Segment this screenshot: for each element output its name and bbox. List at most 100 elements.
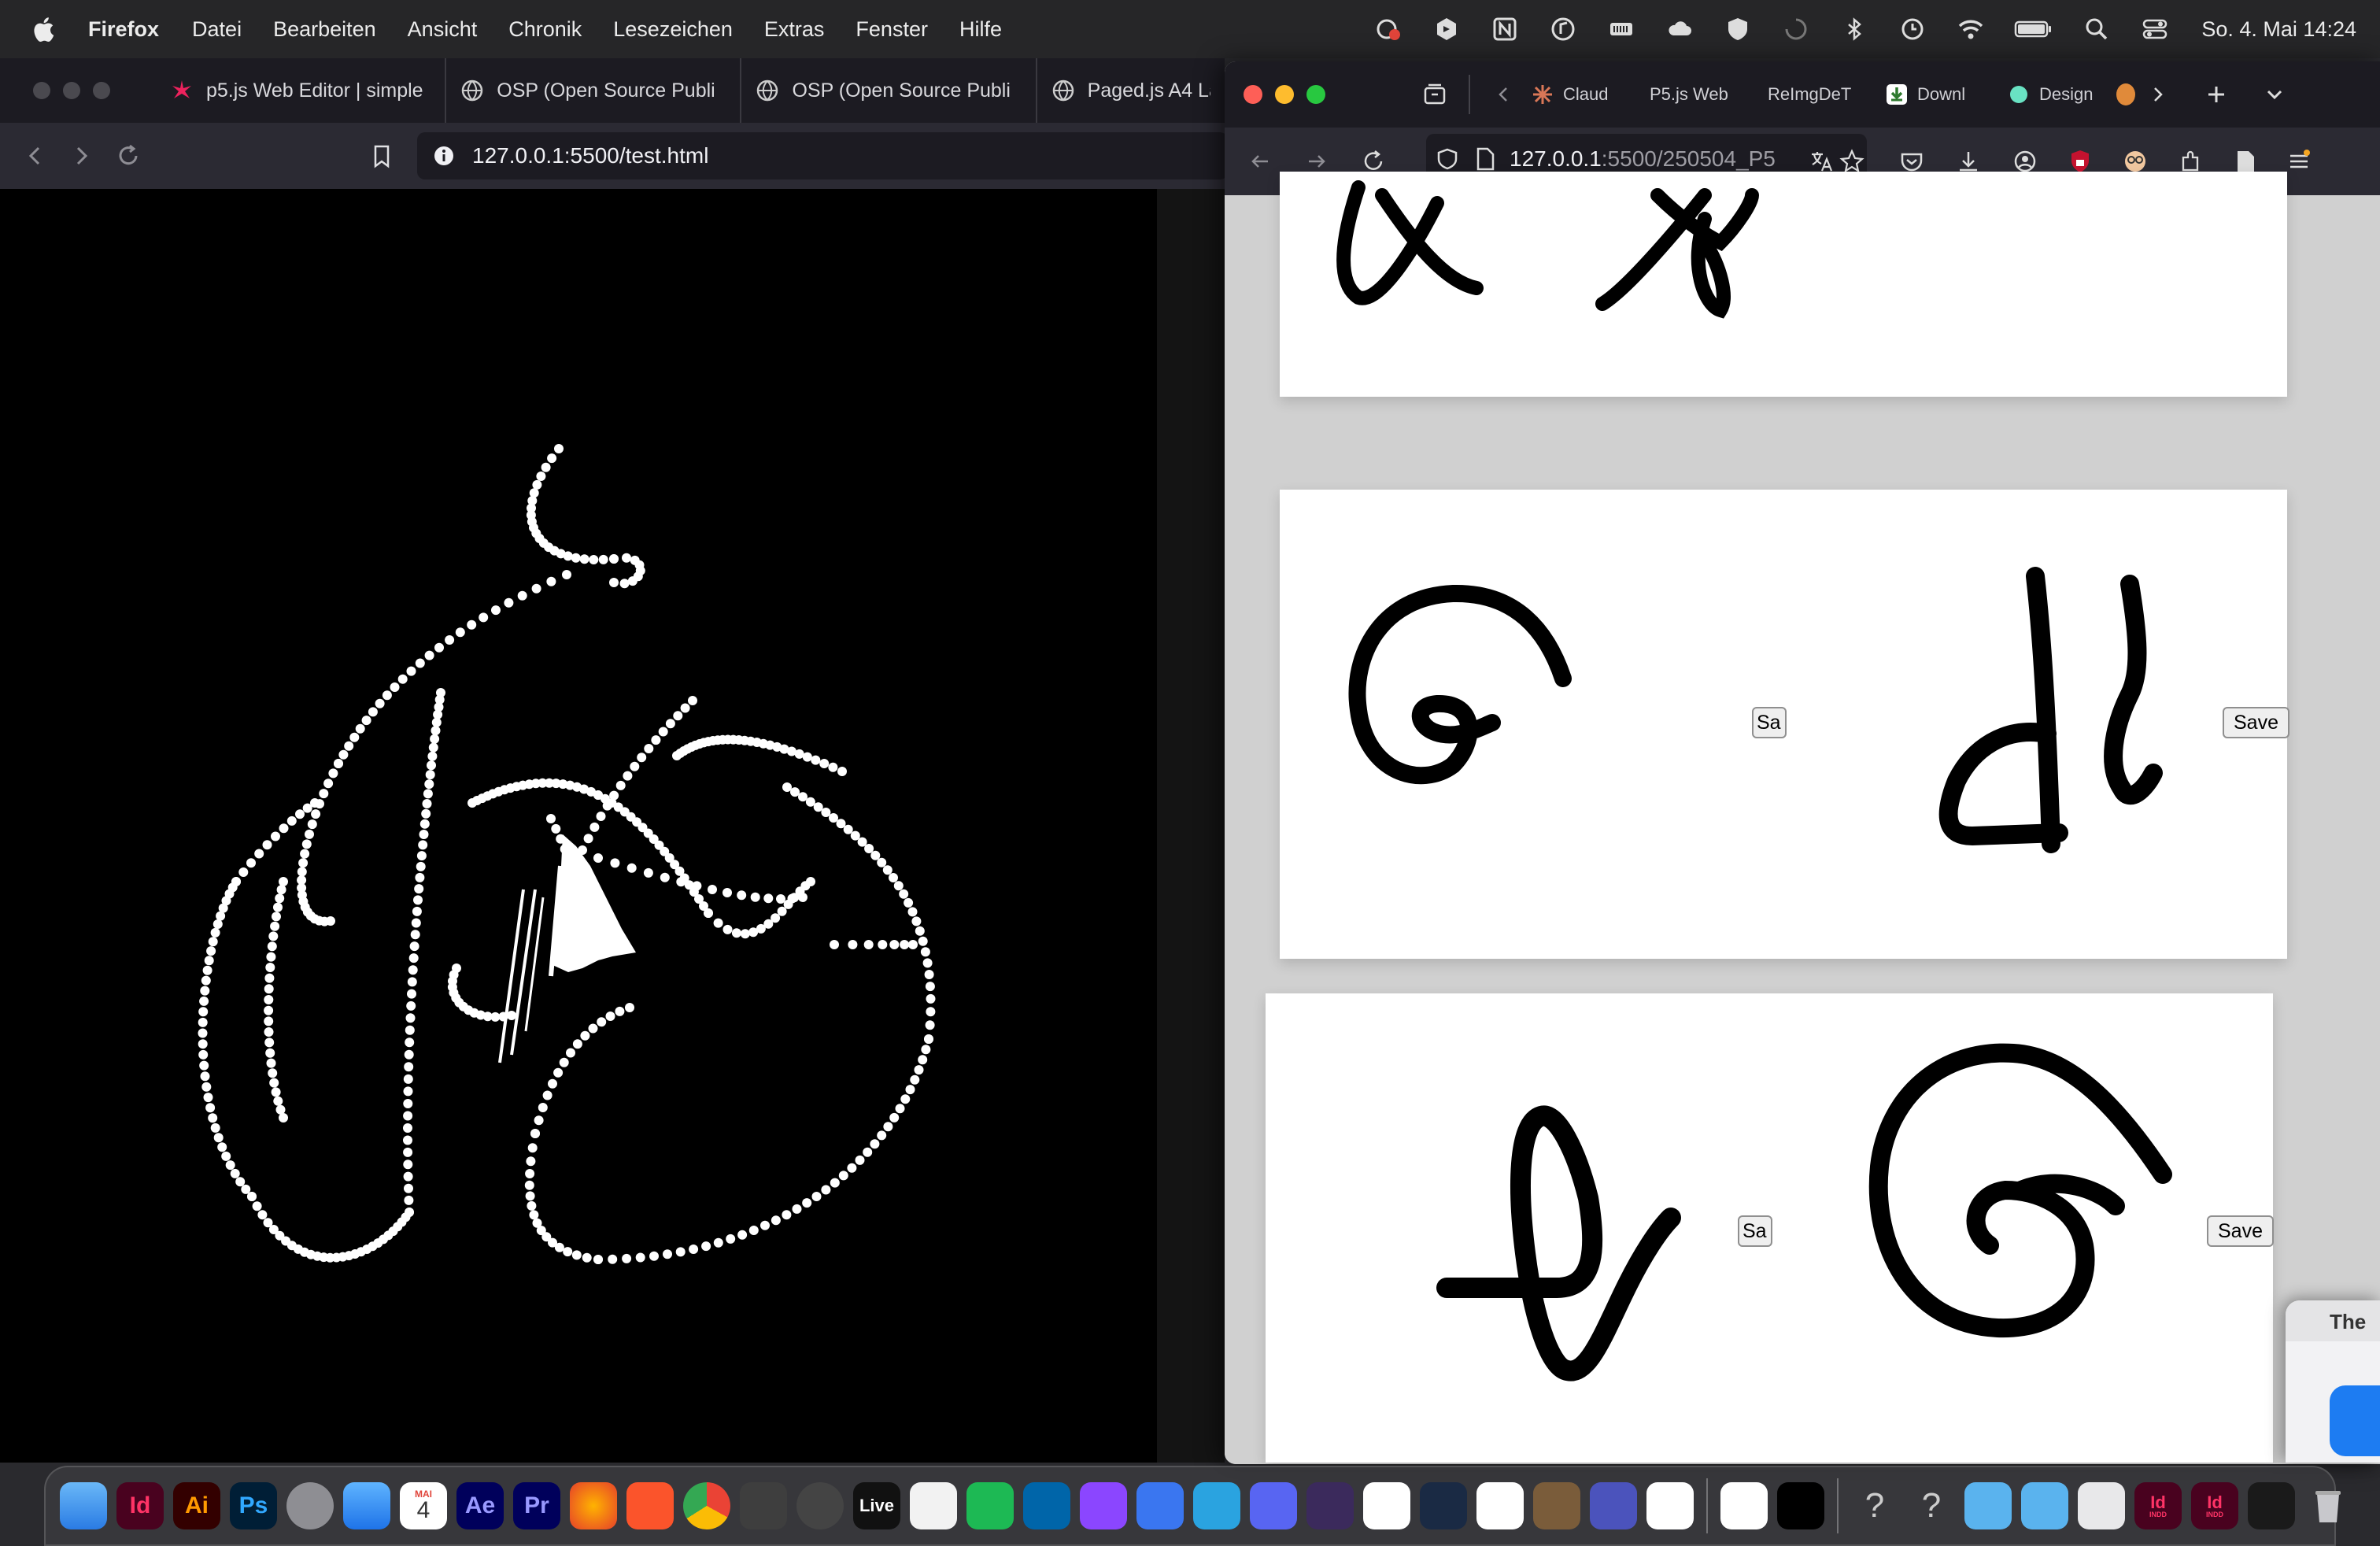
spotlight-icon[interactable]: [2082, 16, 2112, 43]
back-button[interactable]: [1242, 143, 1278, 179]
teams-icon[interactable]: [1590, 1482, 1637, 1529]
disk-utility-icon[interactable]: [796, 1482, 844, 1529]
github-desktop-icon[interactable]: [1080, 1482, 1127, 1529]
battery-icon[interactable]: [2014, 16, 2053, 43]
chatgpt-icon[interactable]: [1646, 1482, 1694, 1529]
back-button[interactable]: [17, 138, 54, 174]
right-tab-download[interactable]: Downl: [1876, 61, 1998, 128]
bluetooth-icon[interactable]: [1839, 16, 1869, 43]
firefox-icon[interactable]: [570, 1482, 617, 1529]
save-button-left[interactable]: Sa: [1738, 1215, 1772, 1247]
scroll-tabs-right-icon[interactable]: [2140, 76, 2176, 113]
menu-datei[interactable]: Datei: [192, 17, 242, 42]
menu-lesezeichen[interactable]: Lesezeichen: [613, 17, 733, 42]
mail-icon[interactable]: [343, 1482, 390, 1529]
illustrator-icon[interactable]: Ai: [173, 1482, 220, 1529]
new-tab-icon[interactable]: [2198, 76, 2234, 113]
bookmark-icon[interactable]: [364, 138, 400, 174]
save-button-right[interactable]: Save: [2207, 1215, 2274, 1247]
menu-chronik[interactable]: Chronik: [508, 17, 582, 42]
brave-icon[interactable]: [626, 1482, 674, 1529]
unknown-app-icon[interactable]: ?: [1908, 1482, 1955, 1529]
wifi-icon[interactable]: [1956, 16, 1986, 43]
zoom-button[interactable]: [93, 82, 110, 99]
right-tab-reimg[interactable]: ReImgDeT: [1758, 61, 1876, 128]
obsidian-icon[interactable]: [1306, 1482, 1354, 1529]
photoshop-icon[interactable]: Ps: [230, 1482, 277, 1529]
scroll-tabs-left-icon[interactable]: [1486, 76, 1522, 113]
ableton-live-icon[interactable]: Live: [853, 1482, 900, 1529]
left-tab-4[interactable]: Paged.js A4 Lay: [1037, 58, 1225, 123]
screen-record-icon[interactable]: [1373, 16, 1403, 43]
vpn-icon[interactable]: [1432, 16, 1462, 43]
vpn-dock-icon[interactable]: [1420, 1482, 1467, 1529]
premiere-icon[interactable]: Pr: [513, 1482, 560, 1529]
time-machine-icon[interactable]: [1898, 16, 1927, 43]
menu-bearbeiten[interactable]: Bearbeiten: [273, 17, 376, 42]
signal-icon[interactable]: [1136, 1482, 1184, 1529]
cloud-icon[interactable]: [1665, 16, 1694, 43]
right-tab-p5[interactable]: P5.js Web: [1640, 61, 1758, 128]
zoom-button[interactable]: [1306, 85, 1325, 104]
after-effects-icon[interactable]: Ae: [456, 1482, 504, 1529]
save-button-right[interactable]: Save: [2223, 707, 2289, 738]
tab-list-chevron-icon[interactable]: [2256, 76, 2293, 113]
control-center-icon[interactable]: [2140, 16, 2170, 43]
notification-peek[interactable]: The: [2286, 1300, 2380, 1463]
blender-icon[interactable]: [910, 1482, 957, 1529]
menu-extras[interactable]: Extras: [764, 17, 825, 42]
save-button-left[interactable]: Sa: [1752, 707, 1787, 738]
left-tab-2[interactable]: OSP (Open Source Publi: [446, 58, 742, 123]
tab-overview-icon[interactable]: [1417, 76, 1453, 113]
indesign-icon[interactable]: Id: [116, 1482, 164, 1529]
notion-icon[interactable]: [1490, 16, 1520, 43]
tracking-shield-icon[interactable]: [1436, 147, 1459, 171]
trash-icon[interactable]: [2304, 1482, 2352, 1529]
close-button[interactable]: [1244, 85, 1262, 104]
apple-icon[interactable]: [31, 16, 55, 43]
reload-button[interactable]: [110, 138, 146, 174]
telegram-icon[interactable]: [1193, 1482, 1240, 1529]
right-tab-design[interactable]: Design: [1998, 61, 2116, 128]
calendar-icon[interactable]: MAI 4: [400, 1482, 447, 1529]
music-icon[interactable]: [1548, 16, 1578, 43]
close-button[interactable]: [33, 82, 50, 99]
zotero-icon[interactable]: [1476, 1482, 1524, 1529]
menu-fenster[interactable]: Fenster: [856, 17, 928, 42]
p5-sketch-canvas[interactable]: [0, 189, 1157, 1463]
unknown-app-icon[interactable]: ?: [1851, 1482, 1898, 1529]
notion-dock-icon[interactable]: [1363, 1482, 1410, 1529]
terminal-icon[interactable]: [2248, 1482, 2295, 1529]
right-tab-claude[interactable]: Claud: [1522, 61, 1640, 128]
folder-icon[interactable]: [2021, 1482, 2068, 1529]
left-url-bar[interactable]: 127.0.0.1:5500/test.html: [417, 132, 1228, 179]
finder-icon[interactable]: [60, 1482, 107, 1529]
forward-button[interactable]: [63, 138, 99, 174]
books-icon[interactable]: [1533, 1482, 1580, 1529]
partial-tab-icon[interactable]: [2116, 83, 2135, 105]
indd-file-icon[interactable]: Id INDD: [2134, 1482, 2182, 1529]
chrome-icon[interactable]: [683, 1482, 730, 1529]
menu-hilfe[interactable]: Hilfe: [959, 17, 1002, 42]
sublime-icon[interactable]: [740, 1482, 787, 1529]
shield-icon[interactable]: [1723, 16, 1753, 43]
indd-file-icon[interactable]: Id INDD: [2191, 1482, 2238, 1529]
menu-app-name[interactable]: Firefox: [88, 17, 159, 42]
zed-icon[interactable]: [1777, 1482, 1824, 1529]
system-settings-icon[interactable]: [286, 1482, 334, 1529]
evernote-icon[interactable]: [966, 1482, 1014, 1529]
document-icon[interactable]: [2078, 1482, 2125, 1529]
minimize-button[interactable]: [63, 82, 80, 99]
discord-icon[interactable]: [1250, 1482, 1297, 1529]
menu-ansicht[interactable]: Ansicht: [408, 17, 478, 42]
minimize-button[interactable]: [1275, 85, 1294, 104]
vscode-icon[interactable]: [1023, 1482, 1070, 1529]
onedrive-icon[interactable]: [1720, 1482, 1768, 1529]
folder-icon[interactable]: [1964, 1482, 2012, 1529]
battery-app-icon[interactable]: [1606, 16, 1636, 43]
left-tab-1[interactable]: p5.js Web Editor | simple: [156, 58, 447, 123]
loader-icon[interactable]: [1781, 16, 1811, 43]
menubar-clock[interactable]: So. 4. Mai 14:24: [2201, 17, 2356, 42]
info-icon[interactable]: [433, 145, 455, 167]
left-tab-3[interactable]: OSP (Open Source Publi: [741, 58, 1037, 123]
